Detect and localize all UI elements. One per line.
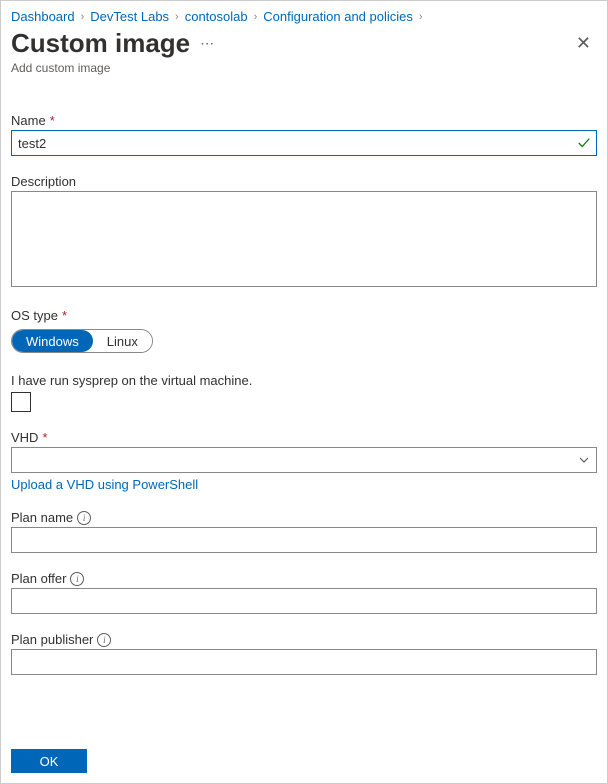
ostype-toggle: Windows Linux xyxy=(11,329,153,353)
ok-button[interactable]: OK xyxy=(11,749,87,773)
chevron-right-icon: › xyxy=(417,11,425,23)
ostype-windows[interactable]: Windows xyxy=(12,330,93,352)
ostype-label: OS type* xyxy=(11,308,597,323)
info-icon[interactable]: i xyxy=(70,572,84,586)
plan-name-input[interactable] xyxy=(11,527,597,553)
required-icon: * xyxy=(50,113,55,128)
page-title: Custom image xyxy=(11,28,190,59)
breadcrumb: Dashboard › DevTest Labs › contosolab › … xyxy=(1,1,607,28)
plan-publisher-input[interactable] xyxy=(11,649,597,675)
vhd-select[interactable] xyxy=(11,447,597,473)
description-input[interactable] xyxy=(11,191,597,287)
required-icon: * xyxy=(42,430,47,445)
required-icon: * xyxy=(62,308,67,323)
breadcrumb-configuration[interactable]: Configuration and policies xyxy=(263,9,413,24)
plan-offer-input[interactable] xyxy=(11,588,597,614)
chevron-right-icon: › xyxy=(79,11,87,23)
blade-header: Custom image ⋯ ✕ xyxy=(1,28,607,59)
info-icon[interactable]: i xyxy=(77,511,91,525)
breadcrumb-devtest-labs[interactable]: DevTest Labs xyxy=(90,9,169,24)
close-icon[interactable]: ✕ xyxy=(570,29,597,58)
breadcrumb-dashboard[interactable]: Dashboard xyxy=(11,9,75,24)
breadcrumb-contosolab[interactable]: contosolab xyxy=(185,9,248,24)
info-icon[interactable]: i xyxy=(97,633,111,647)
name-input[interactable] xyxy=(11,130,597,156)
plan-name-label: Plan name i xyxy=(11,510,597,525)
sysprep-checkbox[interactable] xyxy=(11,392,31,412)
page-subtitle: Add custom image xyxy=(1,59,607,75)
description-label: Description xyxy=(11,174,597,189)
name-label: Name* xyxy=(11,113,597,128)
more-icon[interactable]: ⋯ xyxy=(200,35,215,52)
plan-offer-label: Plan offer i xyxy=(11,571,597,586)
sysprep-label: I have run sysprep on the virtual machin… xyxy=(11,373,597,388)
chevron-right-icon: › xyxy=(252,11,260,23)
vhd-label: VHD* xyxy=(11,430,597,445)
plan-publisher-label: Plan publisher i xyxy=(11,632,597,647)
ostype-linux[interactable]: Linux xyxy=(93,330,152,352)
chevron-down-icon xyxy=(578,454,590,466)
checkmark-icon xyxy=(577,136,591,150)
chevron-right-icon: › xyxy=(173,11,181,23)
upload-vhd-link[interactable]: Upload a VHD using PowerShell xyxy=(11,477,198,492)
form: Name* Description OS type* Windows Linux… xyxy=(1,75,607,675)
